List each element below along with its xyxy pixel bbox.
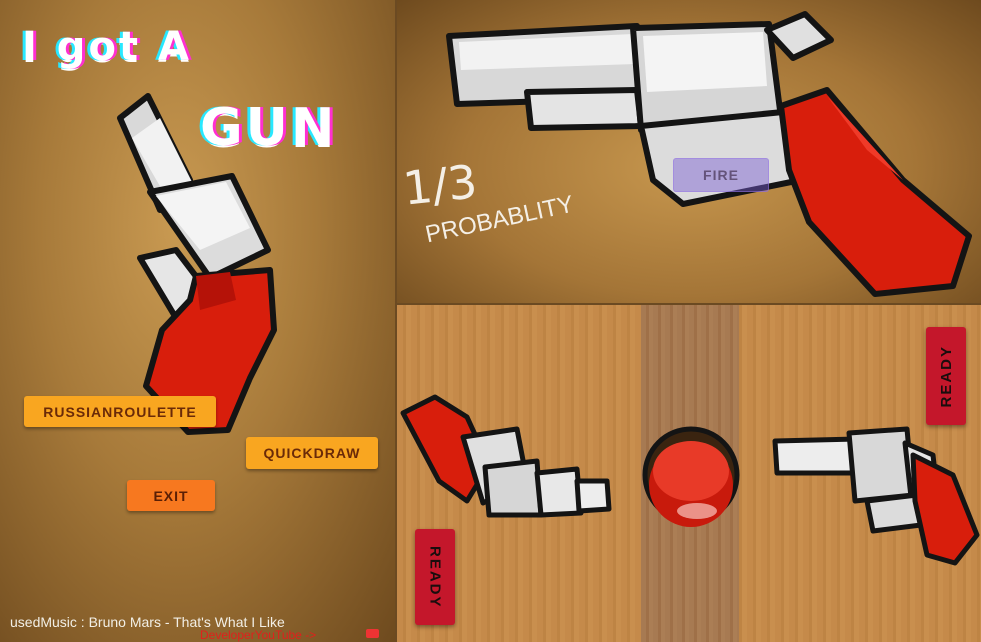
ready-button-right[interactable]: READY: [926, 327, 966, 425]
developer-youtube-link[interactable]: DeveloperYouTube ->: [200, 628, 316, 642]
main-menu-panel: I got A GUN RUSSIANROULETTE QUICKDRAW EX…: [0, 0, 395, 642]
ready-button-left[interactable]: READY: [415, 529, 455, 625]
quickdraw-screen-panel: READY READY: [397, 305, 981, 642]
fire-button[interactable]: FIRE: [673, 158, 769, 192]
fire-screen-panel: 1/3 PROBABLITY FIRE: [397, 0, 981, 303]
revolver-icon: [117, 93, 277, 435]
exit-button[interactable]: EXIT: [127, 480, 215, 511]
ready-left-label: READY: [426, 545, 444, 609]
revolver-icon: [446, 11, 972, 297]
quickdraw-button[interactable]: QUICKDRAW: [246, 437, 378, 469]
youtube-icon[interactable]: [366, 629, 379, 638]
red-buzzer-icon: [642, 426, 740, 527]
russianroulette-button[interactable]: RUSSIANROULETTE: [24, 396, 216, 427]
ready-right-label: READY: [937, 344, 955, 408]
probability-value: 1/3: [400, 154, 480, 216]
revolver-icon: [400, 394, 980, 566]
